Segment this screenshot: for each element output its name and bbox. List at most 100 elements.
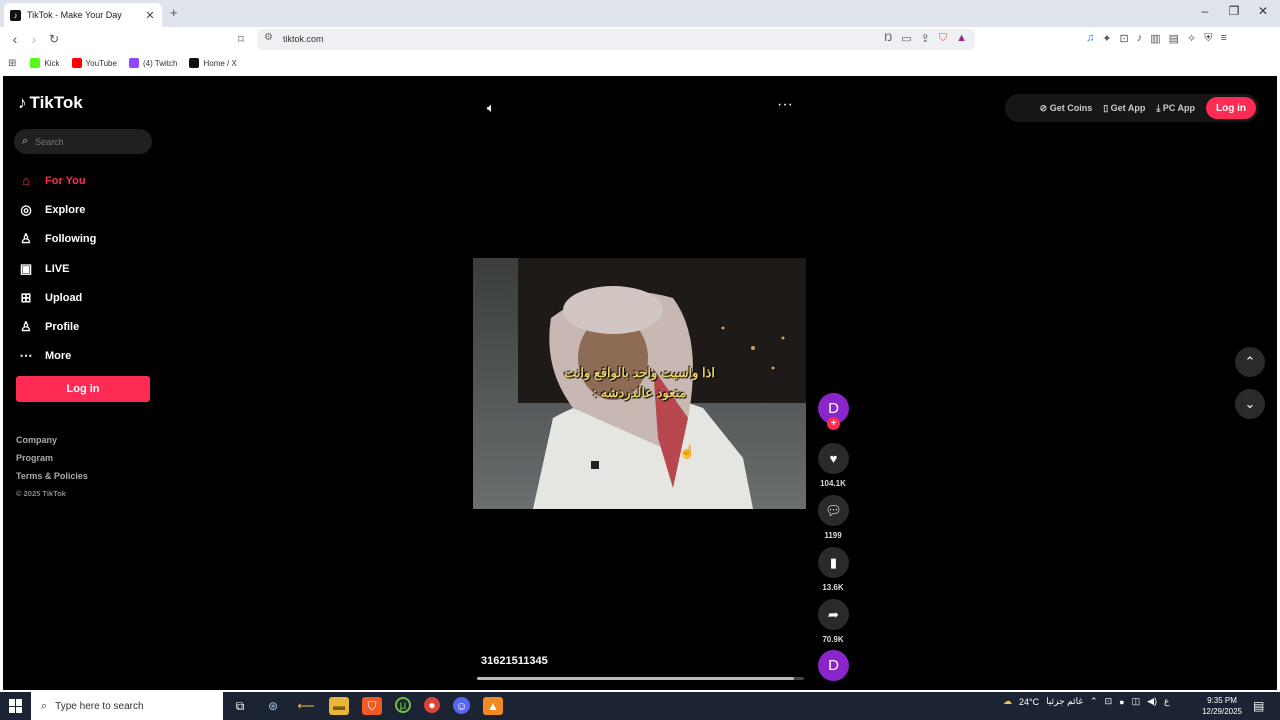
reload-icon[interactable]: ↻	[45, 32, 63, 46]
sidebar-item-live[interactable]: ▣ LIVE	[17, 254, 157, 283]
bookmark-youtube[interactable]: YouTube	[71, 58, 117, 68]
sidebar-toggle-icon[interactable]: ▥	[1150, 32, 1160, 45]
search-icon[interactable]: ⌕	[22, 135, 28, 148]
kick-icon	[30, 58, 41, 68]
browser-tab[interactable]: ♪ TikTok - Make Your Day ✕	[4, 3, 162, 27]
save-button[interactable]: ▮	[818, 547, 849, 578]
weather-temp[interactable]: 24°C	[1019, 697, 1039, 707]
share-icon[interactable]: ⇪	[921, 32, 930, 45]
get-coins-link[interactable]: ⊘ Get Coins	[1040, 103, 1093, 114]
search-input[interactable]	[35, 136, 136, 147]
sidebar-item-following[interactable]: ♙ Following	[17, 225, 157, 254]
live-tv-icon: ▣	[19, 260, 33, 276]
media-icon[interactable]: ♪	[1137, 32, 1143, 45]
x-icon	[189, 58, 200, 68]
video-progress-bar[interactable]	[477, 677, 804, 680]
brave-rewards-icon[interactable]: ▲	[956, 32, 967, 45]
wifi-icon[interactable]: ◫	[1132, 696, 1141, 707]
taskbar-search[interactable]: ⌕ Type here to search	[31, 692, 223, 720]
tab-close-icon[interactable]: ✕	[144, 9, 156, 22]
forward-icon[interactable]: ›	[25, 31, 43, 47]
weather-text[interactable]: غائم جزئيا	[1046, 696, 1083, 707]
volume-icon[interactable]: 🔈︎	[487, 100, 495, 116]
screenshot-icon[interactable]: ⊡	[1119, 32, 1128, 45]
comment-icon: 💬︎	[825, 502, 842, 518]
header-login-button[interactable]: Log in	[1206, 97, 1256, 119]
share-count: 70.9K	[822, 635, 844, 644]
sidebar-item-upload[interactable]: ⊞ Upload	[17, 283, 157, 312]
chrome-icon[interactable]: ●	[424, 697, 440, 713]
profile-icon: ♙	[20, 319, 32, 335]
leo-ai-icon[interactable]: ✧	[1187, 32, 1196, 45]
maximize-icon[interactable]: ❐	[1219, 4, 1249, 18]
taskbar-search-text: Type here to search	[55, 700, 144, 712]
url-text[interactable]: tiktok.com	[283, 34, 324, 44]
steam-icon[interactable]: ⊛	[263, 697, 283, 715]
video-player[interactable]: اذا واسيت واحد بالواقع وانت متعود عالدرد…	[473, 258, 806, 509]
bookmark-twitch[interactable]: (4) Twitch	[128, 58, 177, 68]
tiktok-logo[interactable]: ♪ TikTok	[18, 93, 83, 113]
notifications-icon[interactable]: ▤	[1253, 699, 1264, 713]
back-icon[interactable]: ‹	[6, 31, 24, 47]
sidebar-item-profile[interactable]: ♙ Profile	[17, 312, 157, 341]
reader-mode-icon[interactable]: Ŋ	[884, 32, 892, 45]
vpn-icon[interactable]: ⛨	[1204, 32, 1212, 45]
file-explorer-icon[interactable]: ▬	[329, 697, 349, 715]
cast-icon[interactable]: ▭	[901, 32, 911, 45]
speaker-icon[interactable]: ◀)	[1147, 696, 1157, 707]
sidebar-login-button[interactable]: Log in	[16, 376, 150, 402]
previous-video-button[interactable]: ⌃	[1235, 347, 1265, 377]
close-window-icon[interactable]: ✕	[1248, 4, 1278, 18]
taskbar-apps: ⧉ ⊛ ⟵ ▬ ⛉ μ ● ☺ ▲	[230, 697, 503, 715]
wallet-icon[interactable]: ▤	[1169, 32, 1179, 45]
new-tab-button[interactable]: +	[170, 5, 178, 20]
site-info-icon[interactable]: ⚙	[264, 32, 273, 43]
twitch-icon	[128, 58, 139, 68]
like-button[interactable]: ♥	[818, 443, 849, 474]
language-indicator[interactable]: ع	[1164, 696, 1169, 707]
sidebar-item-explore[interactable]: ◎ Explore	[17, 195, 157, 224]
pc-app-link[interactable]: ⤓ PC App	[1156, 103, 1195, 114]
next-video-button[interactable]: ⌄	[1235, 389, 1265, 419]
follow-plus-icon[interactable]: +	[827, 417, 840, 430]
program-link[interactable]: Program	[16, 449, 88, 467]
share-button[interactable]: ➦	[818, 599, 849, 630]
audio-playing-icon[interactable]: ♫	[1086, 32, 1094, 45]
arrow-app-icon[interactable]: ⟵	[296, 697, 316, 715]
get-app-link[interactable]: ▯ Get App	[1103, 103, 1145, 114]
music-avatar[interactable]: D	[818, 650, 849, 681]
home-icon: ⌂	[22, 173, 30, 189]
taskbar-clock[interactable]: 9:35 PM 12/29/2025	[1196, 695, 1248, 717]
utorrent-icon[interactable]: μ	[395, 697, 411, 713]
apps-grid-icon[interactable]: ⊞	[8, 58, 16, 69]
bookmark-x[interactable]: Home / X	[189, 58, 237, 68]
sidebar-item-for-you[interactable]: ⌂ For You	[17, 166, 157, 195]
weather-icon[interactable]: ☁	[1003, 696, 1012, 707]
address-bar[interactable]: ⚙ tiktok.com Ŋ ▭ ⇪ ⛉ ▲	[257, 29, 975, 50]
menu-icon[interactable]: ≡	[1220, 32, 1226, 45]
start-button[interactable]	[9, 699, 23, 713]
more-options-icon[interactable]: ···	[777, 96, 793, 114]
app-orange-icon[interactable]: ▲	[483, 697, 503, 715]
terms-link[interactable]: Terms & Policies	[16, 467, 88, 485]
sidebar-item-more[interactable]: ⋯ More	[17, 342, 157, 371]
search-box[interactable]: ⌕	[14, 129, 152, 154]
minimize-icon[interactable]: –	[1190, 4, 1220, 18]
tray-chevron-icon[interactable]: ⌃	[1090, 696, 1098, 707]
bookmark-page-icon[interactable]: ⌑	[232, 33, 250, 46]
discord-icon[interactable]: ☺	[453, 697, 470, 714]
sidebar-footer: Company Program Terms & Policies © 2025 …	[16, 431, 88, 503]
extension-icons: ♫ ✦ ⊡ ♪ ▥ ▤ ✧ ⛨ ≡	[1086, 32, 1227, 45]
company-link[interactable]: Company	[16, 431, 88, 449]
comment-button[interactable]: 💬︎	[818, 495, 849, 526]
video-frame	[473, 258, 806, 509]
microphone-icon[interactable]: ●	[1119, 697, 1124, 707]
bookmark-kick[interactable]: Kick	[30, 58, 60, 68]
brave-browser-icon[interactable]: ⛉	[362, 697, 382, 715]
brave-shields-icon[interactable]: ⛉	[939, 32, 947, 45]
network-icon[interactable]: ⊡	[1105, 696, 1113, 707]
task-view-icon[interactable]: ⧉	[230, 697, 250, 715]
author-username[interactable]: 31621511345	[481, 655, 548, 667]
bookmark-icon: ▮	[829, 554, 838, 570]
extensions-icon[interactable]: ✦	[1102, 32, 1111, 45]
